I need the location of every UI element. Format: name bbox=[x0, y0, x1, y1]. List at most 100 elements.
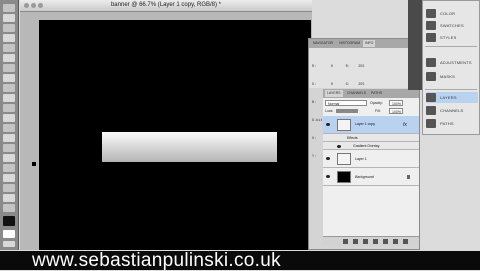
info-row: G: 0 G: 255 bbox=[312, 83, 365, 87]
link-icon[interactable] bbox=[343, 239, 348, 244]
layer-name: Layer 1 bbox=[355, 157, 367, 161]
hand-tool-icon[interactable] bbox=[3, 194, 15, 202]
pen-tool-icon[interactable] bbox=[3, 144, 15, 152]
masks-icon bbox=[426, 72, 436, 81]
gradient-tool-icon[interactable] bbox=[3, 114, 15, 122]
fill-field[interactable]: 100% bbox=[389, 108, 403, 114]
layers-footer bbox=[323, 236, 419, 246]
eye-icon[interactable] bbox=[326, 157, 330, 160]
shape-tool-icon[interactable] bbox=[3, 174, 15, 182]
eye-icon[interactable] bbox=[326, 175, 330, 178]
effects-label: Effects bbox=[347, 136, 358, 140]
channels-icon bbox=[426, 106, 436, 115]
dock-divider bbox=[425, 89, 477, 90]
lock-icons[interactable] bbox=[336, 109, 358, 113]
mouse-cursor-icon bbox=[32, 162, 36, 166]
adjustment-icon[interactable] bbox=[373, 239, 378, 244]
layer-name: Background bbox=[355, 175, 374, 179]
layer-row-layer-1-copy[interactable]: Layer 1 copy fx bbox=[323, 116, 419, 134]
info-panel: R: 0 R: 255 G: 0 G: 255 B: 0 B: 255 8-bi… bbox=[309, 48, 419, 159]
fx-icon[interactable]: fx bbox=[403, 122, 407, 128]
folder-icon[interactable] bbox=[383, 239, 388, 244]
quick-select-tool-icon[interactable] bbox=[3, 34, 15, 42]
fill-label: Fill: bbox=[375, 109, 381, 113]
dodge-tool-icon[interactable] bbox=[3, 134, 15, 142]
document-title: banner @ 66.7% (Layer 1 copy, RGB/8) * bbox=[110, 2, 222, 8]
fx-add-icon[interactable] bbox=[353, 239, 358, 244]
zoom-tool-icon[interactable] bbox=[3, 204, 15, 212]
website-url: www.sebastianpulinski.co.uk bbox=[32, 250, 281, 271]
lasso-tool-icon[interactable] bbox=[3, 24, 15, 32]
url-banner: www.sebastianpulinski.co.uk bbox=[0, 250, 480, 271]
marquee-tool-icon[interactable] bbox=[3, 14, 15, 22]
eye-icon[interactable] bbox=[337, 145, 341, 148]
info-row: R: 0 R: 255 bbox=[312, 65, 365, 69]
new-layer-icon[interactable] bbox=[393, 239, 398, 244]
eyedropper-tool-icon[interactable] bbox=[3, 54, 15, 62]
dock-label: MASKS bbox=[440, 74, 456, 79]
dock-item-layers[interactable]: LAYERS bbox=[426, 92, 478, 103]
color-icon bbox=[426, 9, 436, 18]
blur-tool-icon[interactable] bbox=[3, 124, 15, 132]
tab-channels[interactable]: CHANNELS bbox=[345, 90, 368, 97]
trash-icon[interactable] bbox=[403, 239, 408, 244]
tab-histogram[interactable]: HISTOGRAM bbox=[337, 40, 362, 47]
dock-divider bbox=[425, 46, 477, 47]
layer-thumbnail bbox=[337, 119, 351, 131]
history-brush-tool-icon[interactable] bbox=[3, 94, 15, 102]
layer-effects-row[interactable]: Effects bbox=[323, 134, 419, 142]
crop-tool-icon[interactable] bbox=[3, 44, 15, 52]
quick-mask-icon[interactable] bbox=[3, 241, 15, 247]
lock-icon bbox=[407, 175, 410, 179]
layers-panel: Normal Opacity: 100% Lock: Fill: 100% La… bbox=[323, 98, 419, 246]
layer-effect-gradient-overlay[interactable]: Gradient Overlay bbox=[323, 142, 419, 150]
layer-thumbnail bbox=[337, 171, 351, 183]
swatches-icon bbox=[426, 21, 436, 30]
styles-icon bbox=[426, 33, 436, 42]
layer-name: Layer 1 copy bbox=[355, 122, 376, 126]
brush-tool-icon[interactable] bbox=[3, 74, 15, 82]
dock-label: LAYERS bbox=[440, 95, 457, 100]
dock-item-color[interactable]: COLOR bbox=[426, 8, 478, 19]
mask-icon[interactable] bbox=[363, 239, 368, 244]
panel-group: NAVIGATOR HISTOGRAM INFO R: 0 R: 255 G: … bbox=[308, 38, 420, 250]
document-titlebar: banner @ 66.7% (Layer 1 copy, RGB/8) * bbox=[20, 0, 312, 12]
banner-gradient-rectangle bbox=[102, 132, 277, 162]
dock-panel: COLOR SWATCHES STYLES ADJUSTMENTS MASKS … bbox=[422, 0, 480, 135]
tab-info[interactable]: INFO bbox=[363, 40, 376, 47]
move-tool-icon[interactable] bbox=[3, 4, 15, 12]
dock-item-paths[interactable]: PATHS bbox=[426, 118, 478, 129]
dock-item-masks[interactable]: MASKS bbox=[426, 71, 478, 82]
tab-navigator[interactable]: NAVIGATOR bbox=[311, 40, 335, 47]
opacity-field[interactable]: 100% bbox=[389, 100, 403, 106]
tab-layers[interactable]: LAYERS bbox=[325, 90, 343, 97]
dock-item-adjustments[interactable]: ADJUSTMENTS bbox=[426, 57, 478, 68]
type-tool-icon[interactable] bbox=[3, 154, 15, 162]
3d-rotate-tool-icon[interactable] bbox=[3, 184, 15, 192]
blend-mode-select[interactable]: Normal bbox=[325, 100, 367, 106]
background-color-swatch[interactable] bbox=[3, 230, 15, 238]
layer-row-layer-1[interactable]: Layer 1 bbox=[323, 150, 419, 168]
layer-thumbnail bbox=[337, 153, 351, 165]
dock-item-channels[interactable]: CHANNELS bbox=[426, 105, 478, 116]
adjustments-icon bbox=[426, 58, 436, 67]
dock-label: PATHS bbox=[440, 121, 454, 126]
eye-icon[interactable] bbox=[326, 123, 330, 126]
healing-tool-icon[interactable] bbox=[3, 64, 15, 72]
foreground-color-swatch[interactable] bbox=[3, 216, 15, 226]
dock-label: COLOR bbox=[440, 11, 456, 16]
dock-label: CHANNELS bbox=[440, 108, 464, 113]
canvas[interactable] bbox=[39, 20, 311, 250]
dock-item-styles[interactable]: STYLES bbox=[426, 32, 478, 43]
layers-panel-tabs: LAYERS CHANNELS PATHS bbox=[323, 89, 419, 98]
dock-label: SWATCHES bbox=[440, 23, 464, 28]
eraser-tool-icon[interactable] bbox=[3, 104, 15, 112]
dock-item-swatches[interactable]: SWATCHES bbox=[426, 20, 478, 31]
path-select-tool-icon[interactable] bbox=[3, 164, 15, 172]
effect-name: Gradient Overlay bbox=[353, 144, 380, 148]
tab-paths[interactable]: PATHS bbox=[369, 90, 384, 97]
layer-row-background[interactable]: Background bbox=[323, 168, 419, 186]
document-window: banner @ 66.7% (Layer 1 copy, RGB/8) * bbox=[20, 0, 312, 250]
clone-stamp-tool-icon[interactable] bbox=[3, 84, 15, 92]
layers-icon bbox=[426, 93, 436, 102]
